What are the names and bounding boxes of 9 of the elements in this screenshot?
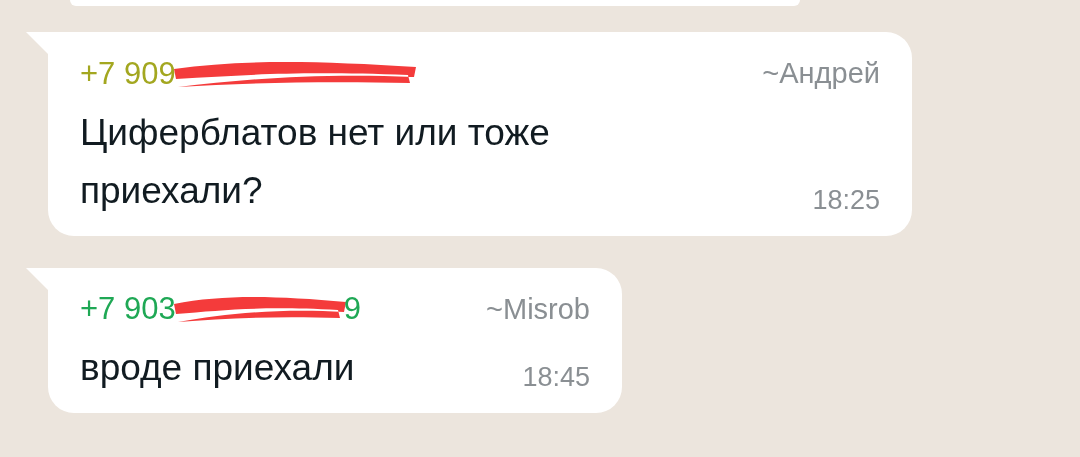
message-text: Циферблатов нет или тоже приехали? xyxy=(80,110,551,213)
message-time: 18:45 xyxy=(522,361,590,394)
message-time: 18:25 xyxy=(812,183,880,217)
sender-phone: 9 xyxy=(343,290,361,329)
sender-phone: +7 909 xyxy=(80,54,176,93)
sender-phone: +7 903 xyxy=(80,290,176,329)
sender-name: ~Андрей xyxy=(762,56,880,91)
sender-name: ~Misrob xyxy=(486,291,590,327)
message-text: вроде приехали xyxy=(80,346,356,390)
